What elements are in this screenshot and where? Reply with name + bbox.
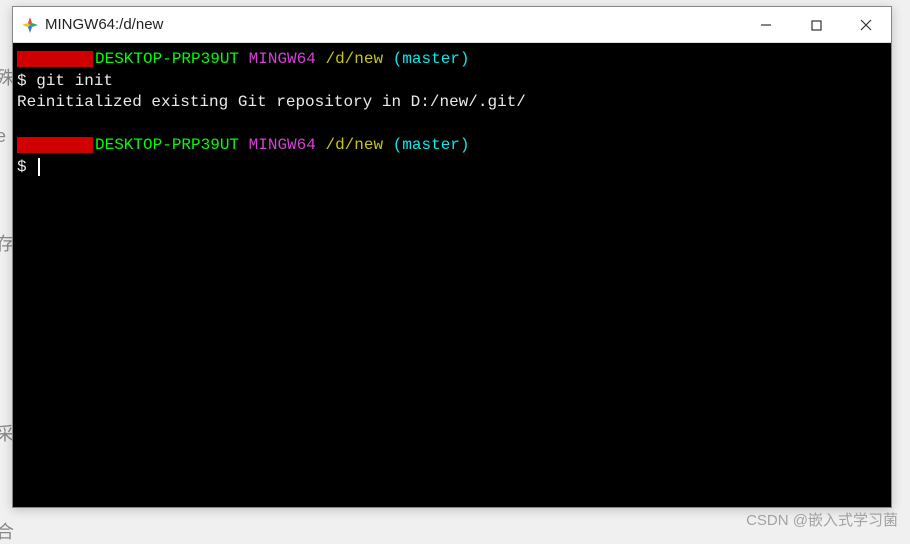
redacted-user: [17, 137, 93, 153]
git-branch: (master): [393, 50, 470, 68]
terminal-area[interactable]: DESKTOP-PRP39UT MINGW64 /d/new (master) …: [13, 43, 891, 507]
prompt-symbol: $: [17, 158, 27, 176]
prompt-symbol: $: [17, 72, 27, 90]
mingw-icon: [21, 16, 39, 34]
minimize-button[interactable]: [741, 7, 791, 43]
blank-line: [17, 114, 887, 136]
titlebar[interactable]: MINGW64:/d/new: [13, 7, 891, 43]
current-prompt: $: [17, 157, 887, 179]
redacted-user: [17, 51, 93, 67]
shell-name: MINGW64: [249, 50, 316, 68]
window-title: MINGW64:/d/new: [45, 16, 163, 33]
user-host: DESKTOP-PRP39UT: [95, 50, 239, 68]
user-host: DESKTOP-PRP39UT: [95, 136, 239, 154]
window-controls: [741, 7, 891, 42]
watermark-text: CSDN @嵌入式学习菌: [746, 509, 898, 530]
prompt-line: DESKTOP-PRP39UT MINGW64 /d/new (master): [17, 135, 887, 157]
shell-name: MINGW64: [249, 136, 316, 154]
bg-text: e: [0, 126, 6, 147]
git-branch: (master): [393, 136, 470, 154]
command-text: git init: [36, 72, 113, 90]
output-line: Reinitialized existing Git repository in…: [17, 92, 887, 114]
cursor: [38, 158, 40, 176]
maximize-button[interactable]: [791, 7, 841, 43]
command-line: $ git init: [17, 71, 887, 93]
cwd-path: /d/new: [325, 136, 383, 154]
close-button[interactable]: [841, 7, 891, 43]
cwd-path: /d/new: [325, 50, 383, 68]
prompt-line: DESKTOP-PRP39UT MINGW64 /d/new (master): [17, 49, 887, 71]
terminal-window: MINGW64:/d/new DESKTOP-PRP39UT MINGW64 /…: [12, 6, 892, 508]
bg-text: 合: [0, 518, 14, 544]
